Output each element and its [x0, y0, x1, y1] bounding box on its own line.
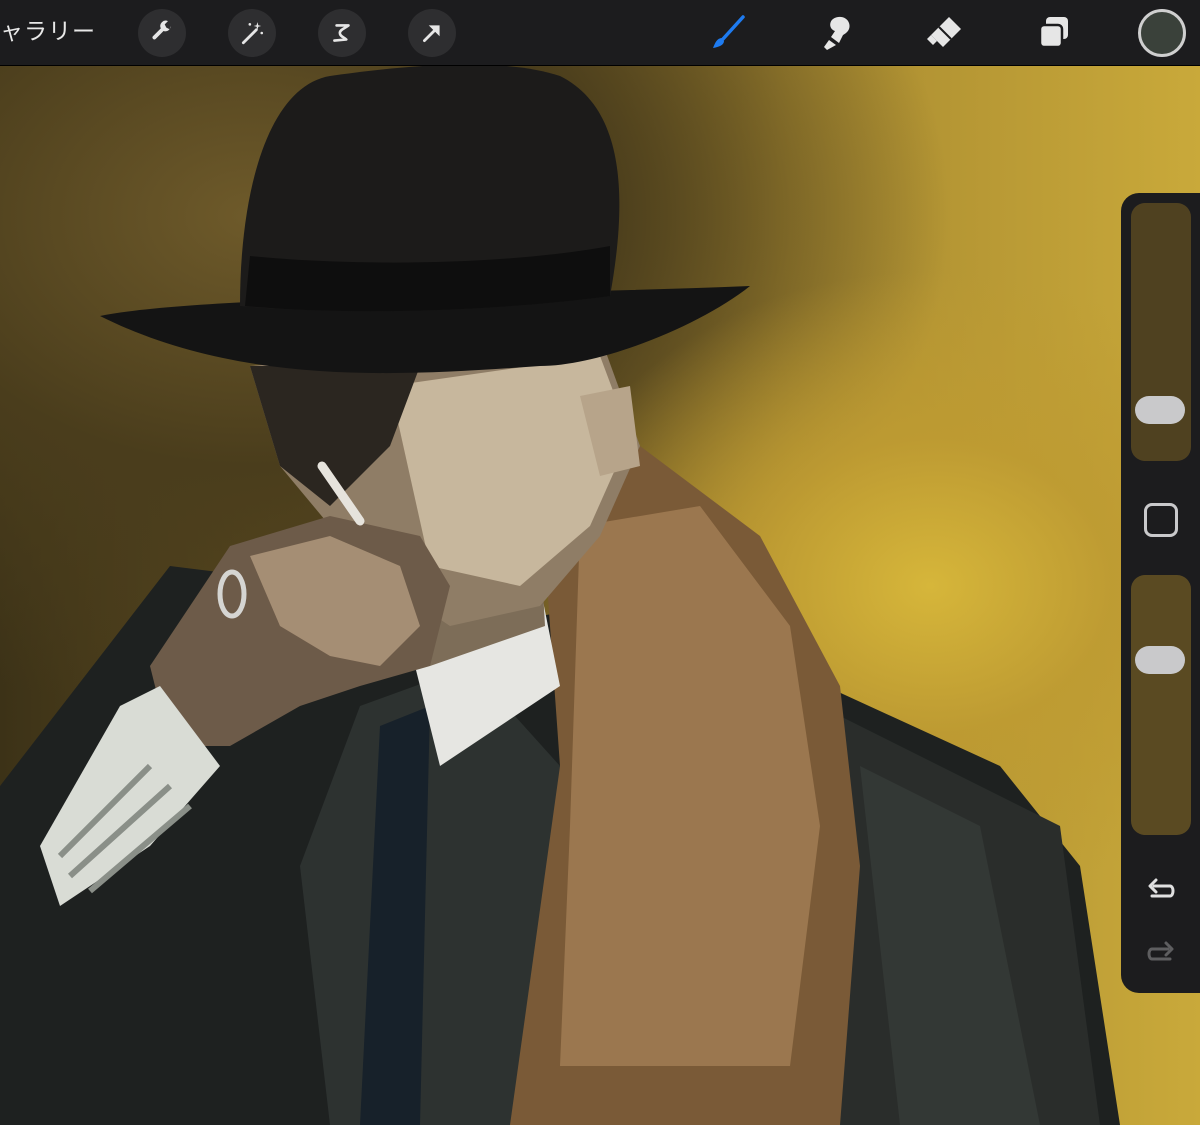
smudge-icon	[824, 16, 850, 50]
eraser-tool-button[interactable]	[922, 10, 968, 56]
opacity-slider-thumb[interactable]	[1135, 646, 1185, 675]
layers-icon	[1038, 17, 1068, 49]
redo-button[interactable]	[1141, 933, 1181, 973]
arrow-cursor-icon	[423, 25, 440, 42]
layers-button[interactable]	[1031, 10, 1077, 56]
selection-icon	[333, 24, 350, 42]
modify-button[interactable]	[1144, 503, 1178, 537]
artwork-illustration	[0, 66, 1120, 1125]
smudge-tool-button[interactable]	[814, 10, 860, 56]
undo-button[interactable]	[1141, 870, 1181, 910]
wrench-icon	[152, 20, 171, 40]
paint-tool-button[interactable]	[706, 10, 752, 56]
selection-button[interactable]	[318, 9, 366, 57]
eraser-icon	[927, 17, 961, 47]
brush-icon	[713, 15, 745, 48]
gallery-button[interactable]: ギャラリー	[0, 17, 96, 47]
opacity-slider[interactable]	[1131, 575, 1191, 835]
undo-icon	[1148, 878, 1175, 898]
color-picker-button[interactable]	[1138, 9, 1186, 57]
redo-icon	[1147, 941, 1174, 961]
transform-button[interactable]	[408, 9, 456, 57]
artwork-canvas[interactable]	[0, 66, 1200, 1125]
brush-size-slider-thumb[interactable]	[1135, 395, 1185, 424]
top-toolbar: ギャラリー	[0, 0, 1200, 66]
brush-size-slider[interactable]	[1131, 203, 1191, 461]
sidebar-panel	[1121, 193, 1200, 993]
actions-button[interactable]	[138, 9, 186, 57]
adjustments-button[interactable]	[228, 9, 276, 57]
magic-wand-icon	[241, 22, 264, 45]
